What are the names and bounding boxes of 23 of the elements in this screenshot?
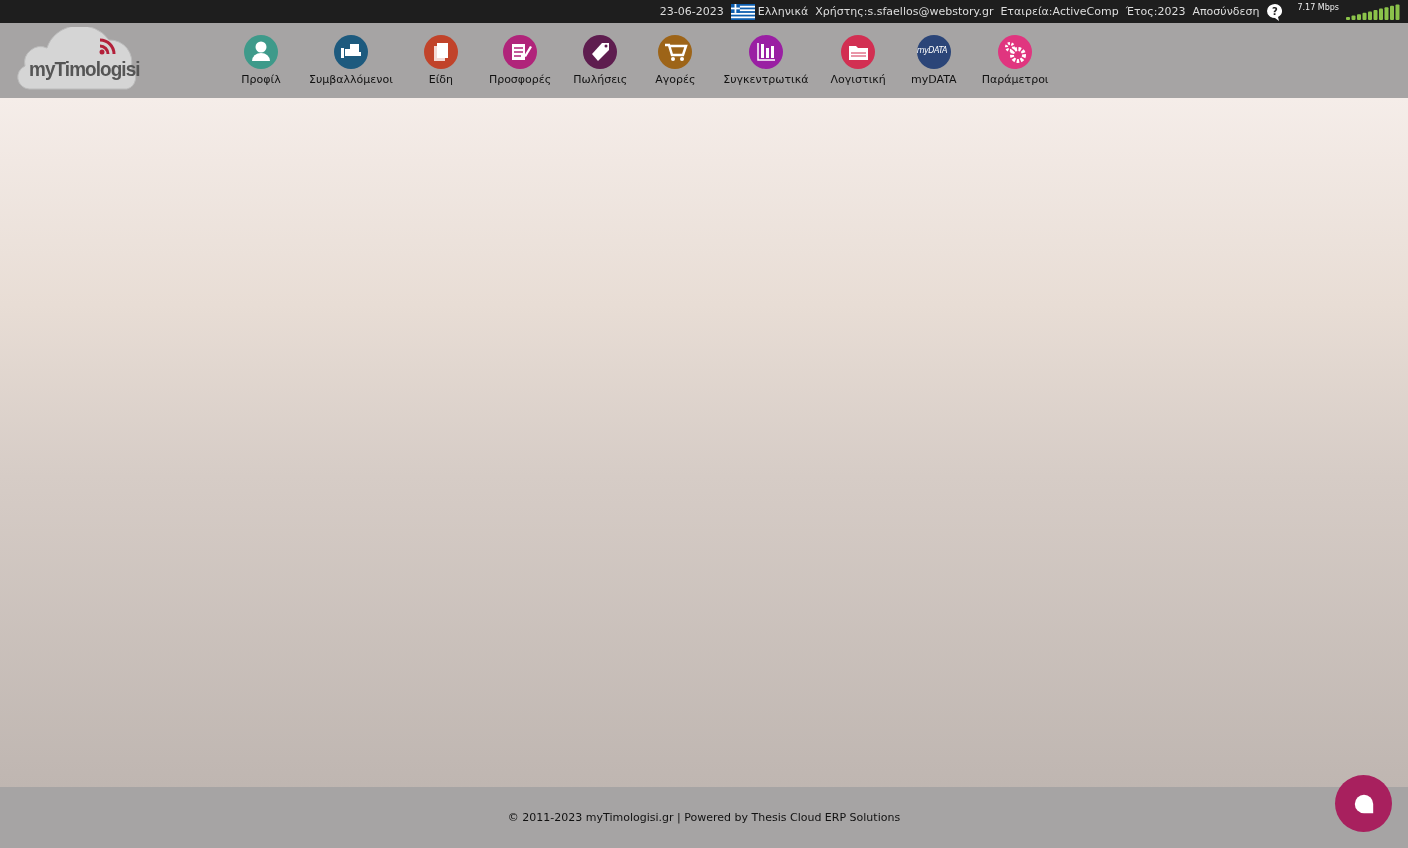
nav-item[interactable]: Λογιστική <box>830 34 886 86</box>
nav-item[interactable]: Συμβαλλόμενοι <box>309 34 393 86</box>
company-text: Εταιρεία:ActiveComp <box>1000 5 1119 18</box>
nav-item[interactable]: Συγκεντρωτικά <box>723 34 809 86</box>
nav-item[interactable]: Πωλήσεις <box>573 34 628 86</box>
nav-item[interactable]: Παράμετροι <box>981 34 1049 86</box>
logout-link[interactable]: Αποσύνδεση <box>1192 5 1260 18</box>
user-text: Χρήστης:s.sfaellos@webstory.gr <box>815 5 994 18</box>
chat-bubble-icon <box>1352 792 1375 815</box>
footer-text: © 2011-2023 myTimologisi.gr | Powered by Thesis Cloud ERP Solutions <box>507 811 901 824</box>
flag-icon <box>730 3 755 20</box>
signal-icon <box>1346 3 1402 20</box>
language-link[interactable]: Ελληνικά <box>757 5 809 18</box>
icon-text: myDATA <box>916 46 948 55</box>
speed-text: 7.17 Mbps <box>1297 3 1339 12</box>
nav-item[interactable]: myDATA myDATA <box>907 34 960 86</box>
year-text: Έτος:2023 <box>1125 5 1186 18</box>
nav-item[interactable]: Προφίλ <box>235 34 287 86</box>
nav-item[interactable]: Είδη <box>414 34 467 86</box>
help-icon[interactable]: ? <box>1266 2 1285 21</box>
nav-item[interactable]: Προσφορές <box>488 34 552 86</box>
date-text: 23-06-2023 <box>659 5 724 18</box>
nav-item[interactable]: Αγορές <box>649 34 702 86</box>
